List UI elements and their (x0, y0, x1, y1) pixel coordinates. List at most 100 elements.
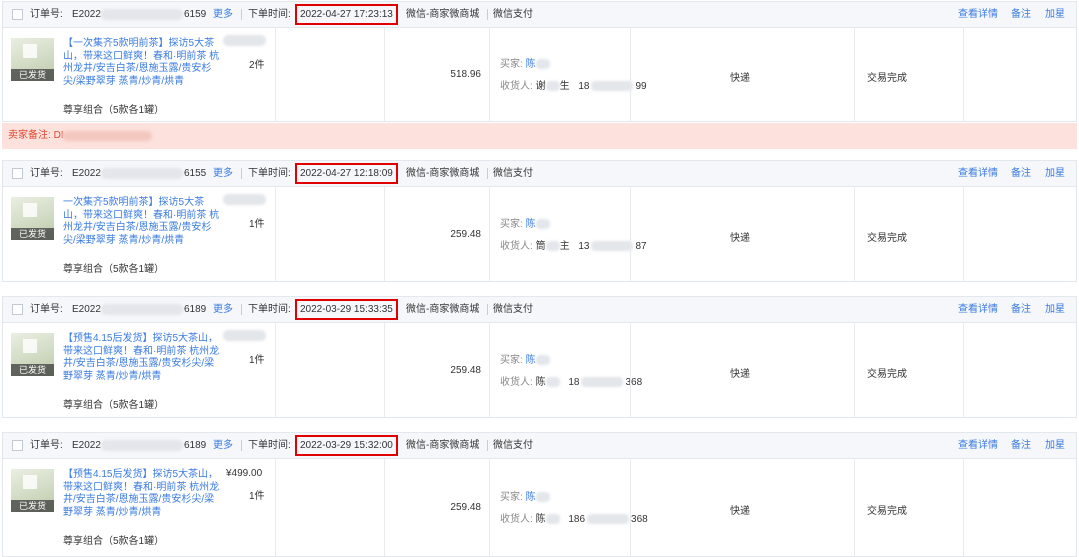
view-detail-button[interactable]: 查看详情 (958, 2, 998, 27)
product-title-link[interactable]: 【预售4.15后发货】探访5大茶山，带来这口鲜爽！春和·明前茶 杭州龙井/安吉白… (63, 333, 221, 383)
col-divider (630, 187, 631, 281)
buyer-label: 买家: (500, 355, 523, 366)
buyer-name-link[interactable]: 陈 (526, 492, 536, 503)
more-link[interactable]: 更多 (213, 433, 233, 458)
shipped-tag: 已发货 (11, 500, 54, 512)
product-title-link[interactable]: 【一次集齐5款明前茶】探访5大茶山，带来这口鲜爽！春和·明前茶 杭州龙井/安吉白… (63, 38, 221, 88)
order-checkbox[interactable] (12, 304, 23, 315)
receiver-row: 收货人: 谢 生 18 99 (500, 77, 647, 92)
product-thumbnail[interactable]: 已发货 (11, 38, 54, 81)
quantity: 2件 (249, 60, 265, 71)
buyer-row: 买家: 陈 (500, 55, 550, 70)
phone-suffix: 99 (635, 81, 647, 92)
order-channel: 微信-商家微商城 (406, 304, 480, 315)
price-redacted (223, 194, 266, 205)
quantity: 1件 (249, 219, 265, 230)
buyer-name-link[interactable]: 陈 (526, 355, 536, 366)
shipping-method: 快递 (730, 369, 750, 380)
buyer-name-link[interactable]: 陈 (526, 59, 536, 70)
receiver-label: 收货人: (500, 514, 533, 525)
view-detail-button[interactable]: 查看详情 (958, 433, 998, 458)
buyer-redacted (535, 355, 550, 366)
view-detail-button[interactable]: 查看详情 (958, 297, 998, 322)
more-link[interactable]: 更多 (213, 161, 233, 186)
order-channel: 微信-商家微商城 (406, 9, 480, 20)
phone-redacted (587, 514, 630, 525)
star-button[interactable]: 加星 (1045, 161, 1065, 186)
receiver-redacted (545, 241, 560, 252)
col-divider (489, 459, 490, 556)
receiver-redacted (545, 81, 560, 92)
order-status: 交易完成 (867, 73, 907, 84)
note-button[interactable]: 备注 (1011, 161, 1031, 186)
phone-suffix: 368 (625, 377, 643, 388)
note-button[interactable]: 备注 (1011, 297, 1031, 322)
order-status: 交易完成 (867, 233, 907, 244)
phone-suffix: 368 (631, 514, 648, 525)
col-divider (384, 28, 385, 121)
receiver-name-b: 主 (559, 241, 570, 252)
buyer-name-link[interactable]: 陈 (526, 219, 536, 230)
phone-prefix: 13 (578, 241, 590, 252)
order-checkbox[interactable] (12, 9, 23, 20)
order-amount: 518.96 (450, 69, 481, 80)
order-body: 已发货 一次集齐5款明前茶】探访5大茶山，带来这口鲜爽！春和·明前茶 杭州龙井/… (3, 187, 1076, 281)
buyer-label: 买家: (500, 219, 523, 230)
product-image (23, 44, 37, 58)
order-no-suffix: 6189 (184, 304, 207, 315)
receiver-row: 收货人: 陈 18 368 (500, 373, 642, 388)
shipping-method: 快递 (730, 506, 750, 517)
more-link[interactable]: 更多 (213, 2, 233, 27)
order-checkbox[interactable] (12, 440, 23, 451)
product-image (23, 203, 37, 217)
product-thumbnail[interactable]: 已发货 (11, 197, 54, 240)
order-no-redacted (101, 9, 183, 20)
product-title-link[interactable]: 一次集齐5款明前茶】探访5大茶山，带来这口鲜爽！春和·明前茶 杭州龙井/安吉白茶… (63, 197, 221, 247)
col-divider (489, 187, 490, 281)
receiver-row: 收货人: 陈 186 368 (500, 510, 648, 525)
buyer-label: 买家: (500, 492, 523, 503)
receiver-redacted (545, 514, 560, 525)
col-divider (963, 187, 964, 281)
receiver-name-b: 生 (559, 81, 570, 92)
more-link[interactable]: 更多 (213, 297, 233, 322)
product-thumbnail[interactable]: 已发货 (11, 469, 54, 512)
note-button[interactable]: 备注 (1011, 2, 1031, 27)
col-divider (275, 459, 276, 556)
receiver-label: 收货人: (500, 81, 533, 92)
price-redacted (223, 35, 266, 46)
payment-method: 微信支付 (493, 168, 533, 179)
order-no-prefix: E2022 (72, 304, 101, 315)
phone-prefix: 186 (568, 514, 586, 525)
order-status: 交易完成 (867, 506, 907, 517)
divider (241, 168, 242, 179)
order-checkbox[interactable] (12, 168, 23, 179)
order-time-label: 下单时间: (248, 168, 291, 179)
phone-suffix: 87 (635, 241, 647, 252)
buyer-label: 买家: (500, 59, 523, 70)
product-sku: 尊享组合（5款各1罐） (63, 264, 165, 275)
order-no-suffix: 6155 (184, 168, 207, 179)
divider (487, 9, 488, 20)
star-button[interactable]: 加星 (1045, 2, 1065, 27)
order-time: 2022-04-27 17:23:13 (295, 4, 398, 25)
divider (487, 440, 488, 451)
product-thumbnail[interactable]: 已发货 (11, 333, 54, 376)
col-divider (963, 459, 964, 556)
product-title-link[interactable]: 【预售4.15后发货】探访5大茶山，带来这口鲜爽！春和·明前茶 杭州龙井/安吉白… (63, 469, 221, 519)
order-time: 2022-04-27 12:18:09 (295, 163, 398, 184)
star-button[interactable]: 加星 (1045, 433, 1065, 458)
order-body: 已发货 【预售4.15后发货】探访5大茶山，带来这口鲜爽！春和·明前茶 杭州龙井… (3, 323, 1076, 417)
view-detail-button[interactable]: 查看详情 (958, 161, 998, 186)
star-button[interactable]: 加星 (1045, 297, 1065, 322)
product-sku: 尊享组合（5款各1罐） (63, 536, 165, 547)
order-header: 订单号: E2022 6155 更多 下单时间: 2022-04-27 12:1… (3, 161, 1076, 187)
col-divider (384, 459, 385, 556)
note-button[interactable]: 备注 (1011, 433, 1031, 458)
phone-prefix: 18 (568, 377, 580, 388)
shipped-tag: 已发货 (11, 69, 54, 81)
col-divider (630, 323, 631, 417)
quantity: 1件 (249, 491, 265, 502)
seller-remark-redacted (62, 131, 152, 141)
receiver-name-a: 谢 (535, 81, 546, 92)
